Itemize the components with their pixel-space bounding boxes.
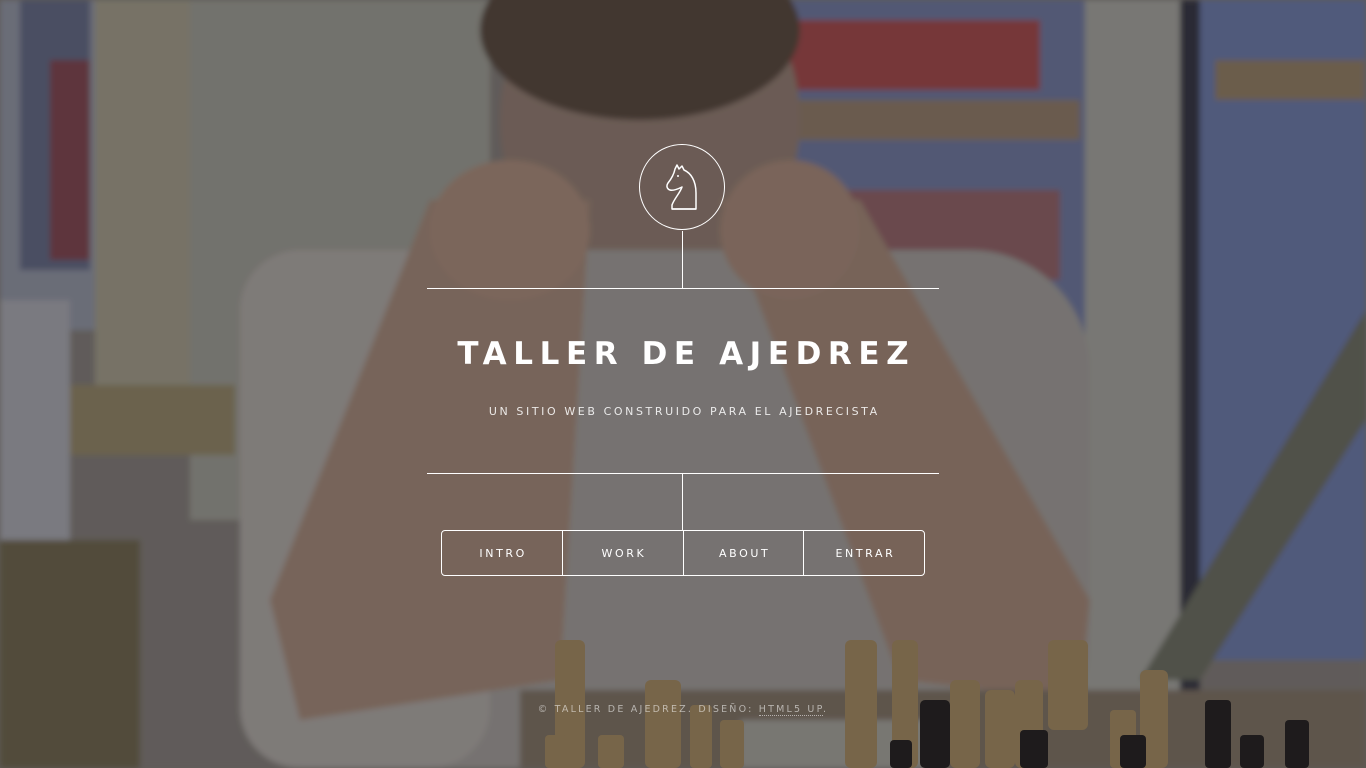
header-bottom-rule [427,473,939,474]
nav-item-intro[interactable]: INTRO [442,531,562,575]
footer-copyright: © TALLER DE AJEDREZ. DISEÑO: [537,704,754,715]
logo [639,144,725,230]
footer-period: . [823,704,829,715]
nav-item-work[interactable]: WORK [561,531,683,575]
footer: © TALLER DE AJEDREZ. DISEÑO: HTML5 UP. [383,704,983,716]
nav-item-entrar[interactable]: ENTRAR [803,531,924,575]
page-title: TALLER DE AJEDREZ [457,336,916,372]
main-nav: INTRO WORK ABOUT ENTRAR [441,530,925,576]
dark-overlay [0,0,1366,768]
nav-connector-line [682,474,683,530]
nav-item-about[interactable]: ABOUT [682,531,804,575]
header-top-rule [427,288,939,289]
page-subtitle: UN SITIO WEB CONSTRUIDO PARA EL AJEDRECI… [488,405,880,418]
footer-credit-link[interactable]: HTML5 UP [758,704,824,716]
logo-connector-line [682,231,683,288]
chess-knight-icon [666,164,697,210]
